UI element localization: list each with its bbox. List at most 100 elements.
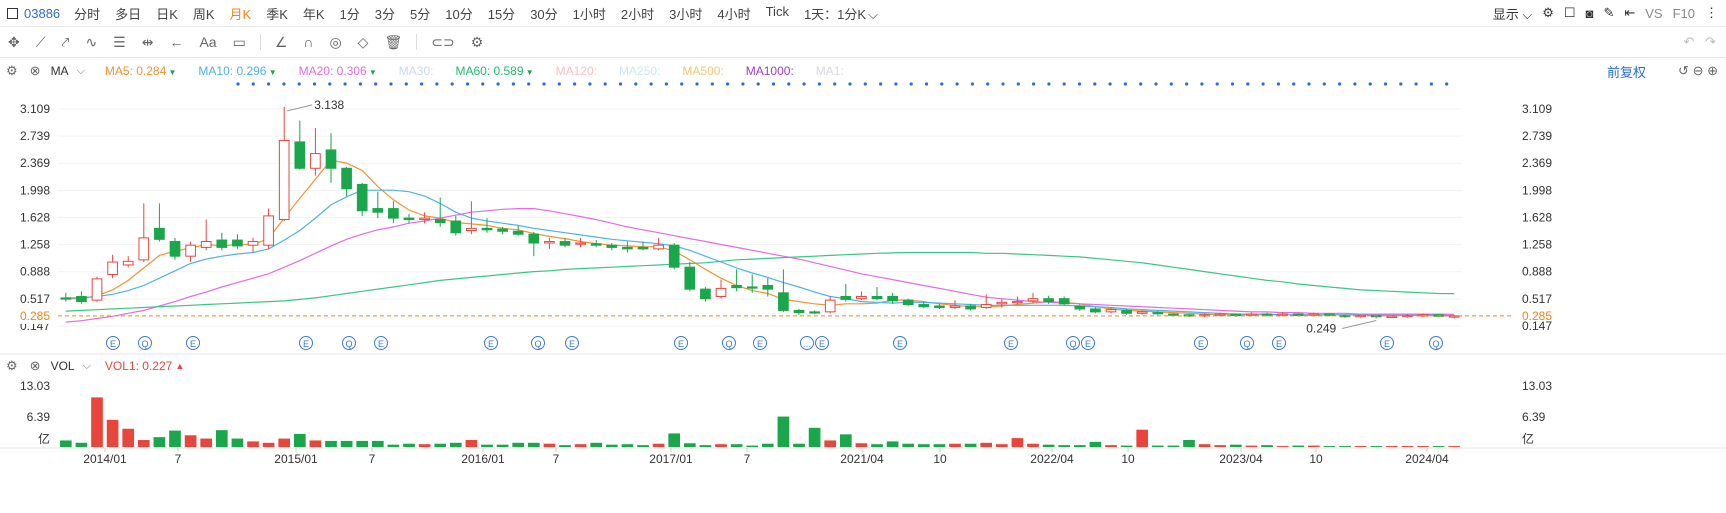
- marker-dot: [1399, 82, 1403, 86]
- candle-body: [809, 311, 820, 314]
- vs-button[interactable]: VS: [1645, 6, 1662, 21]
- close-icon[interactable]: ⊗: [30, 358, 41, 374]
- camera-icon[interactable]: ◙: [1586, 6, 1594, 21]
- box-icon[interactable]: ☐: [1564, 5, 1576, 21]
- eye-icon[interactable]: ◎: [329, 34, 341, 51]
- volume-bar: [1417, 446, 1429, 447]
- text-tool-icon[interactable]: Aa: [199, 34, 216, 50]
- candle-body: [544, 241, 555, 244]
- marker-dot: [1414, 82, 1418, 86]
- volume-bar: [824, 440, 837, 447]
- period-tab[interactable]: 月K: [230, 4, 252, 23]
- candle-body: [497, 228, 508, 232]
- marker-dot: [695, 82, 699, 86]
- magnet-icon[interactable]: ∩: [303, 34, 313, 50]
- event-badge: [1081, 336, 1095, 350]
- move-icon[interactable]: ✥: [8, 34, 20, 51]
- period-tab[interactable]: 30分: [530, 4, 557, 23]
- lock-icon[interactable]: ◇: [358, 34, 369, 51]
- range-tool-icon[interactable]: ⇹: [142, 34, 154, 51]
- x-tick-label: 10: [933, 452, 947, 466]
- x-tick-label: 7: [744, 452, 751, 466]
- volume-bar: [184, 435, 197, 447]
- period-tab[interactable]: 1分: [340, 4, 360, 23]
- zoom-in-icon[interactable]: ⊕: [1707, 63, 1718, 78]
- period-tab[interactable]: 周K: [193, 4, 215, 23]
- event-badge-text: E: [303, 339, 309, 349]
- interval-select[interactable]: 1天：1分K ⌵: [804, 4, 878, 23]
- zoom-out-icon[interactable]: ⊖: [1693, 63, 1704, 78]
- low-label: 0.249: [1306, 322, 1336, 336]
- candle-body: [1043, 298, 1054, 303]
- event-badge: [565, 336, 579, 350]
- period-tab[interactable]: Tick: [766, 4, 789, 23]
- window-icon[interactable]: [7, 7, 18, 19]
- settings-icon[interactable]: ⚙: [1542, 5, 1554, 21]
- volume-bar: [839, 434, 852, 447]
- arrow-tool-icon[interactable]: ←: [169, 34, 183, 50]
- comment-icon[interactable]: ▭: [233, 34, 246, 51]
- candle-body: [1402, 315, 1413, 318]
- polyline-tool-icon[interactable]: ⤤: [62, 34, 70, 51]
- collapse-icon[interactable]: ⇤: [1624, 5, 1635, 21]
- angle-icon[interactable]: ∠: [275, 34, 288, 51]
- period-tab[interactable]: 4小时: [717, 4, 750, 23]
- down-arrow-icon: ▼: [523, 68, 534, 77]
- volume-bar: [1011, 438, 1024, 447]
- adjust-select[interactable]: 前复权: [1607, 62, 1646, 81]
- event-badge: [374, 336, 388, 350]
- volume-bar: [247, 441, 259, 447]
- settings-icon[interactable]: ⚙: [6, 358, 18, 374]
- volume-bar: [1323, 446, 1336, 447]
- indicator-name[interactable]: MA: [51, 64, 69, 78]
- period-tab[interactable]: 日K: [156, 4, 178, 23]
- stock-code[interactable]: 03886: [24, 6, 60, 21]
- price-tick-left: 0.888: [20, 265, 50, 279]
- chevron-down-icon[interactable]: ⌵: [83, 360, 91, 373]
- period-tab[interactable]: 多日: [115, 4, 141, 23]
- period-tab[interactable]: 分时: [74, 4, 100, 23]
- reset-icon[interactable]: ↺: [1678, 63, 1689, 78]
- line-tool-icon[interactable]: ⟋: [36, 34, 46, 51]
- display-menu[interactable]: 显示 ⌵: [1493, 4, 1533, 23]
- undo-icon[interactable]: ↶: [1683, 34, 1694, 49]
- marker-dot: [389, 82, 393, 86]
- candle-body: [60, 297, 72, 300]
- period-tab[interactable]: 10分: [445, 4, 472, 23]
- marker-dot: [1093, 82, 1097, 86]
- event-badge-text: E: [110, 339, 116, 349]
- period-tab[interactable]: 2小时: [621, 4, 654, 23]
- settings-icon[interactable]: ⚙: [6, 63, 18, 79]
- chevron-down-icon[interactable]: ⌵: [77, 65, 85, 78]
- candle-body: [341, 167, 352, 190]
- volume-bar: [886, 441, 899, 447]
- volume-bar: [1214, 445, 1227, 447]
- marker-dot: [1353, 82, 1357, 86]
- trash-icon[interactable]: 🗑: [384, 34, 402, 51]
- volume-bar: [403, 443, 415, 447]
- candle-body: [1355, 315, 1366, 318]
- marker-dot: [787, 82, 791, 86]
- event-badge: [186, 336, 200, 350]
- marker-dot: [1077, 82, 1082, 86]
- close-icon[interactable]: ⊗: [30, 63, 41, 79]
- x-tick-label: 2015/01: [274, 452, 318, 466]
- redo-icon[interactable]: ↷: [1705, 34, 1716, 49]
- period-tab[interactable]: 年K: [303, 4, 325, 23]
- period-tab[interactable]: 季K: [266, 4, 288, 23]
- more-icon[interactable]: ⋮: [1705, 5, 1718, 21]
- period-tab[interactable]: 5分: [410, 4, 430, 23]
- vol-name[interactable]: VOL: [51, 359, 75, 373]
- pen-icon[interactable]: ✎: [1603, 5, 1614, 21]
- period-tab[interactable]: 3小时: [669, 4, 702, 23]
- wave-tool-icon[interactable]: ∿: [85, 34, 97, 51]
- period-tab[interactable]: 1小时: [573, 4, 606, 23]
- ma-label: MA10: 0.296 ▼: [198, 64, 276, 78]
- volume-bar: [652, 443, 665, 447]
- period-tab[interactable]: 15分: [488, 4, 515, 23]
- period-tab[interactable]: 3分: [375, 4, 395, 23]
- f10-button[interactable]: F10: [1673, 6, 1695, 21]
- settings-icon[interactable]: ⚙: [471, 34, 484, 51]
- link-icon[interactable]: ⊂⊃: [431, 34, 454, 51]
- fib-tool-icon[interactable]: ☰: [113, 34, 126, 51]
